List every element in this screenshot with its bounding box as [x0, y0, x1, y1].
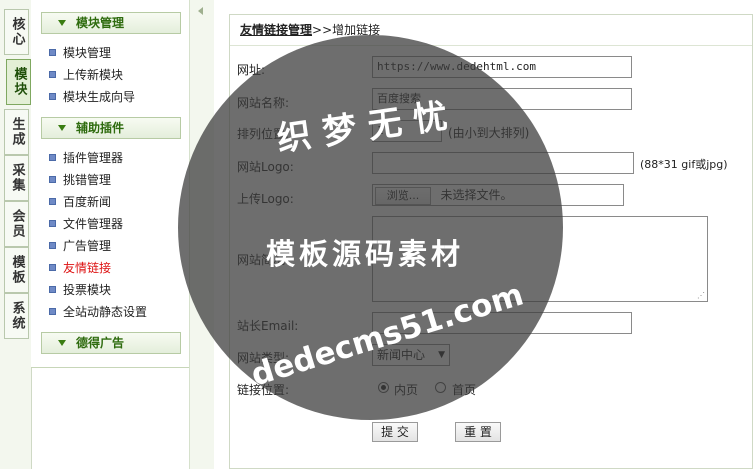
position-inner-radio[interactable]: [378, 382, 389, 393]
email-label: 站长Email:: [237, 319, 299, 333]
logo-url-input[interactable]: [372, 152, 634, 174]
url-input[interactable]: https://www.dedehtml.com: [372, 56, 632, 78]
tab-modules[interactable]: 模块: [6, 59, 31, 105]
bullet-icon: [49, 71, 56, 78]
menu-item-module-manage[interactable]: 模块管理: [49, 43, 111, 63]
bullet-icon: [49, 242, 56, 249]
sidebar-menu: 模块管理 模块管理 上传新模块 模块生成向导 辅助插件 插件管理器 挑错管理 百…: [31, 0, 190, 368]
menu-item-file-manager[interactable]: 文件管理器: [49, 214, 123, 234]
tab-core[interactable]: 核心: [4, 9, 29, 55]
description-label: 网站简况:: [237, 253, 290, 267]
order-label: 排列位置:: [237, 127, 290, 141]
menu-item-error-report[interactable]: 挑错管理: [49, 170, 111, 190]
bullet-icon: [49, 49, 56, 56]
bullet-icon: [49, 264, 56, 271]
site-type-select[interactable]: 新闻中心 ▼: [372, 344, 450, 366]
tab-collect[interactable]: 采集: [4, 155, 29, 201]
file-upload-field[interactable]: 浏览... 未选择文件。: [372, 184, 624, 206]
site-type-label: 网站类型:: [237, 351, 290, 365]
position-home-radio[interactable]: [435, 382, 446, 393]
url-label: 网址:: [237, 63, 266, 77]
bullet-icon: [49, 176, 56, 183]
menu-item-upload-module[interactable]: 上传新模块: [49, 65, 123, 85]
collapse-triangle-icon: [58, 340, 66, 346]
bullet-icon: [49, 154, 56, 161]
breadcrumb-link[interactable]: 友情链接管理: [240, 23, 312, 37]
bullet-icon: [49, 286, 56, 293]
menu-group-plugins[interactable]: 辅助插件: [41, 117, 181, 139]
bullet-icon: [49, 308, 56, 315]
reset-button[interactable]: 重 置: [455, 422, 501, 442]
submit-button[interactable]: 提 交: [372, 422, 418, 442]
site-name-label: 网站名称:: [237, 96, 290, 110]
tab-system[interactable]: 系统: [4, 293, 29, 339]
bullet-icon: [49, 220, 56, 227]
menu-item-module-wizard[interactable]: 模块生成向导: [49, 87, 135, 107]
menu-group-module-manage[interactable]: 模块管理: [41, 12, 181, 34]
bullet-icon: [49, 198, 56, 205]
chevron-down-icon: ▼: [438, 350, 445, 360]
logo-size-hint: (88*31 gif或jpg): [640, 158, 728, 171]
left-tab-strip: 核心 模块 生成 采集 会员 模板 系统: [0, 0, 32, 469]
menu-item-ad-manage[interactable]: 广告管理: [49, 236, 111, 256]
description-textarea[interactable]: ⋰: [372, 216, 708, 302]
order-hint: (由小到大排列): [448, 126, 530, 140]
order-input[interactable]: 1: [372, 120, 442, 142]
menu-item-vote[interactable]: 投票模块: [49, 280, 111, 300]
bullet-icon: [49, 93, 56, 100]
menu-item-plugin-manager[interactable]: 插件管理器: [49, 148, 123, 168]
menu-item-friend-links[interactable]: 友情链接: [49, 258, 111, 278]
collapse-arrow-icon[interactable]: [198, 7, 203, 15]
position-inner-text: 内页: [394, 383, 419, 397]
menu-item-static-settings[interactable]: 全站动静态设置: [49, 302, 147, 322]
tab-members[interactable]: 会员: [4, 201, 29, 247]
browse-button[interactable]: 浏览...: [375, 187, 431, 205]
sidebar-splitter[interactable]: [189, 0, 214, 469]
collapse-triangle-icon: [58, 125, 66, 131]
breadcrumb: 友情链接管理>>增加链接: [230, 15, 752, 46]
logo-label: 网站Logo:: [237, 160, 294, 174]
site-name-input[interactable]: 百度搜索: [372, 88, 632, 110]
upload-logo-label: 上传Logo:: [237, 192, 294, 206]
position-home-text: 首页: [452, 383, 477, 397]
no-file-text: 未选择文件。: [440, 188, 513, 202]
link-position-label: 链接位置:: [237, 383, 290, 397]
menu-group-dede-ads[interactable]: 德得广告: [41, 332, 181, 354]
tab-generate[interactable]: 生成: [4, 109, 29, 155]
menu-item-baidu-news[interactable]: 百度新闻: [49, 192, 111, 212]
email-input[interactable]: [372, 312, 632, 334]
main-panel: 友情链接管理>>增加链接 网址: https://www.dedehtml.co…: [229, 14, 753, 469]
collapse-triangle-icon: [58, 20, 66, 26]
tab-templates[interactable]: 模板: [4, 247, 29, 293]
resize-grip-icon[interactable]: ⋰: [697, 292, 705, 300]
